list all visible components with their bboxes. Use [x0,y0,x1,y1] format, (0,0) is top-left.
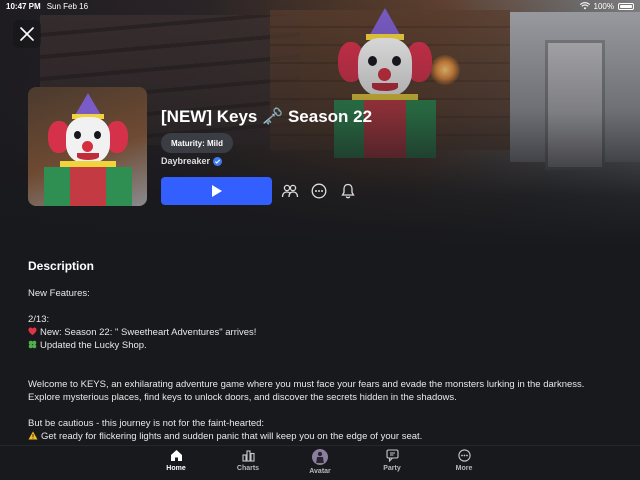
tab-label: Avatar [309,468,331,475]
tab-more[interactable]: More [449,449,479,480]
tab-label: Home [166,465,186,472]
play-button[interactable] [161,177,272,205]
status-date: Sun Feb 16 [46,1,89,11]
description-line: Explore mysterious places, find keys to … [28,392,457,403]
clover-emoji-icon [28,340,37,349]
avatar-icon [312,449,328,465]
tab-label: Charts [236,465,260,472]
party-icon [385,449,399,462]
creator-link[interactable]: Daybreaker [161,156,223,166]
tab-charts[interactable]: Charts [233,449,263,480]
tab-party[interactable]: Party [377,449,407,480]
close-button[interactable] [13,20,41,48]
party-button[interactable] [279,180,301,202]
description-line: Get ready for flickering lights and sudd… [28,430,618,443]
game-title: [NEW] Keys 🗝️ Season 22 [161,107,373,126]
tab-label: Party [383,465,401,472]
description-line: 2/13: [28,314,50,325]
tab-avatar[interactable]: Avatar [305,449,335,480]
wifi-icon [579,2,590,10]
thumbnail-clown-figure [42,93,134,206]
verified-badge-icon [213,156,223,166]
tab-label: More [455,465,473,472]
description-line-text: Updated the Lucky Shop. [40,340,147,351]
heart-emoji-icon [28,327,37,336]
warning-emoji-icon [28,431,38,440]
bottom-tab-bar: Home Charts Avatar Party More [0,445,640,480]
game-thumbnail [28,87,147,206]
maturity-badge: Maturity: Mild [161,133,233,153]
description-heading: Description [28,259,95,273]
description-line: Welcome to KEYS, an exhilarating adventu… [28,379,585,390]
description-line-text: New: Season 22: " Sweetheart Adventures"… [40,327,257,338]
notify-button[interactable] [337,180,359,202]
play-icon [211,185,222,197]
battery-percent: 100% [593,1,614,11]
creator-name: Daybreaker [161,156,211,166]
more-options-button[interactable] [308,180,330,202]
status-time: 10:47 PM [6,1,41,11]
description-line: New Features: [28,288,90,299]
party-icon [281,184,299,198]
tab-home[interactable]: Home [161,449,191,480]
charts-icon [241,450,255,462]
description-line: New: Season 22: " Sweetheart Adventures"… [28,326,618,339]
home-icon [170,450,182,461]
notify-bell-icon [341,183,355,199]
status-right: 100% [579,1,634,11]
description-line: Updated the Lucky Shop. [28,339,618,352]
more-icon [457,449,471,462]
battery-icon [618,2,634,10]
description-line: But be cautious - this journey is not fo… [28,418,265,429]
description-body: New Features: 2/13: New: Season 22: " Sw… [28,287,618,443]
close-icon [20,27,34,41]
status-bar: 10:47 PM Sun Feb 16 100% [0,0,640,12]
description-line-text: Get ready for flickering lights and sudd… [41,431,423,442]
more-icon [311,183,327,199]
